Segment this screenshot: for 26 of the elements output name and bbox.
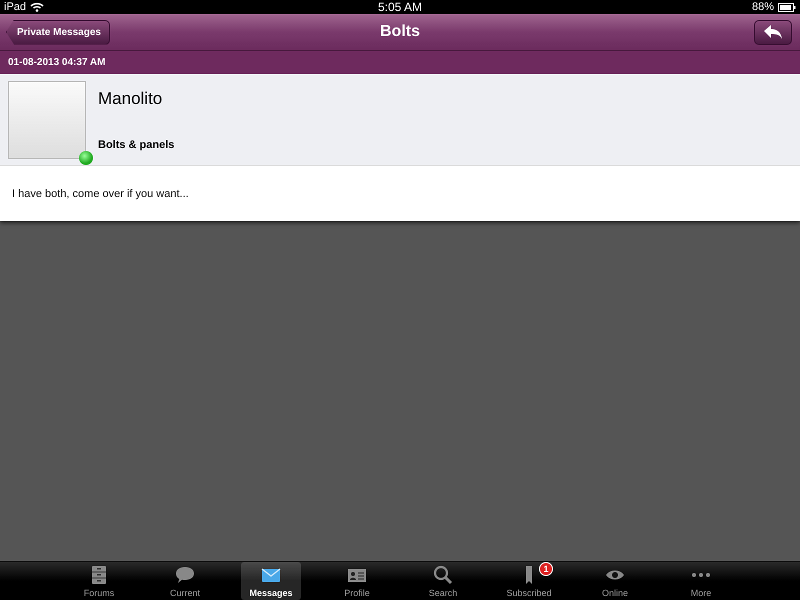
message-subject: Bolts & panels: [98, 138, 174, 150]
search-icon: [433, 565, 453, 585]
tab-button[interactable]: Profile: [314, 562, 400, 600]
reply-button[interactable]: [754, 20, 792, 44]
device-name: iPad: [4, 1, 26, 13]
battery-percentage: 88%: [752, 1, 774, 13]
more-icon: [691, 572, 711, 578]
battery-icon: [778, 2, 796, 12]
nav-title: Bolts: [380, 23, 420, 40]
tab-button[interactable]: Messages: [241, 562, 301, 600]
message-body: I have both, come over if you want...: [12, 188, 189, 200]
clock: 5:05 AM: [378, 0, 422, 14]
sender-name: Manolito: [98, 88, 164, 108]
tab-button[interactable]: Subscribed 1: [486, 562, 572, 600]
cabinet-icon: [89, 565, 109, 585]
tab-button[interactable]: Search: [400, 562, 486, 600]
message-date: 01-08-2013 04:37 AM: [0, 51, 800, 74]
wifi-icon: [30, 2, 44, 12]
tab-button[interactable]: More: [658, 562, 744, 600]
tab-button[interactable]: Forums: [56, 562, 142, 600]
notification-badge: 1: [539, 562, 553, 576]
speech-bubble-icon: [175, 565, 195, 585]
tab-button[interactable]: Online: [572, 562, 658, 600]
reply-arrow-icon: [763, 25, 783, 39]
back-button[interactable]: Private Messages: [6, 20, 110, 44]
tab-button[interactable]: Current: [142, 562, 228, 600]
